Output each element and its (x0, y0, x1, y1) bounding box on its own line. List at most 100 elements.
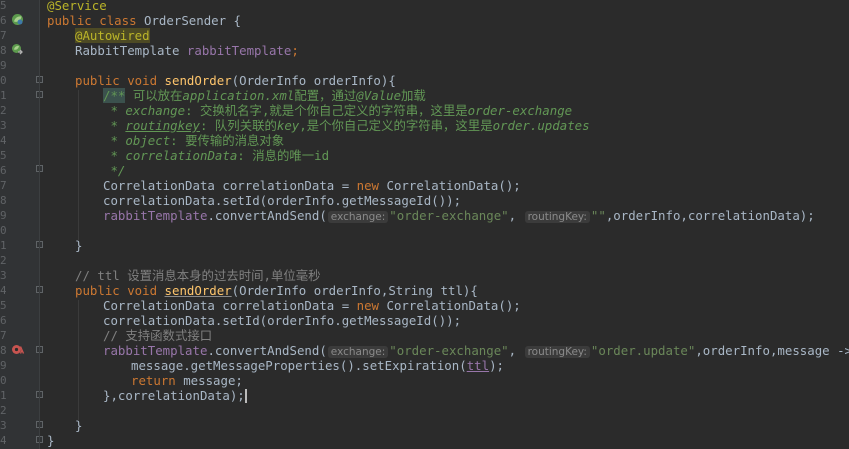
javadoc-text: @Value (356, 88, 402, 103)
javadoc-text: order-exchange (467, 103, 573, 118)
code-line[interactable]: } (47, 433, 54, 448)
code-line[interactable]: @Service (47, 0, 107, 13)
code-text: CorrelationData correlationData = (103, 178, 357, 193)
string-literal: "order-exchange" (389, 343, 509, 358)
gutter[interactable]: 5 6 7 8 9 0 1 2 3 4 5 6 7 8 9 0 1 2 3 4 … (0, 0, 43, 449)
line-number: 1 (0, 389, 6, 402)
code-line[interactable]: RabbitTemplate rabbitTemplate; (47, 43, 299, 58)
class-name: OrderSender { (144, 13, 241, 28)
javadoc-text: ,是个你自己定义的字符串，这里是 (299, 118, 493, 133)
code-line[interactable]: */ (47, 163, 125, 178)
javadoc-text: : 要传输的消息对象 (170, 133, 285, 148)
method-name: sendOrder (164, 73, 232, 88)
javadoc-text: 配置，通过 (294, 88, 357, 103)
line-number: 0 (0, 74, 6, 87)
code-line[interactable]: // ttl 设置消息本身的过去时间,单位毫秒 (47, 268, 321, 283)
code-line[interactable]: } (47, 418, 82, 433)
code-text: CorrelationData correlationData = (103, 298, 357, 313)
code-line[interactable]: * correlationData: 消息的唯一id (47, 148, 329, 163)
javadoc-star: * (103, 133, 126, 148)
code-line[interactable]: * exchange: 交换机名字,就是个你自己定义的字符串，这里是order-… (47, 103, 572, 118)
field-name: rabbitTemplate (103, 208, 208, 223)
code-text: },correlationData); (103, 388, 245, 403)
code-text: message.getMessageProperties().setExpira… (131, 358, 467, 373)
text-caret (244, 389, 247, 403)
line-number: 3 (0, 119, 6, 132)
code-text: CorrelationData(); (386, 298, 521, 313)
code-line[interactable]: public void sendOrder(OrderInfo orderInf… (47, 73, 396, 88)
field-name: rabbitTemplate (186, 43, 292, 58)
code-line[interactable]: // 支持函数式接口 (47, 328, 212, 343)
line-number: 5 (0, 299, 6, 312)
keyword: public (47, 13, 92, 28)
autowired-icon[interactable] (11, 43, 24, 56)
code-line[interactable]: public class OrderSender { (47, 13, 241, 28)
line-number: 6 (0, 14, 6, 27)
line-number: 0 (0, 224, 6, 237)
line-number: 5 (0, 0, 6, 12)
code-text: .convertAndSend( (207, 208, 327, 223)
javadoc-text: : 队列关联的 (200, 118, 277, 133)
spring-bean-icon[interactable] (11, 13, 24, 26)
keyword: new (356, 298, 387, 313)
line-number: 9 (0, 359, 6, 372)
code-line[interactable]: public void sendOrder(OrderInfo orderInf… (47, 283, 478, 298)
code-text: , (508, 343, 524, 358)
parameter-hint: exchange: (327, 346, 389, 358)
code-text: ); (489, 358, 505, 373)
line-number: 7 (0, 179, 6, 192)
closing-brace: } (75, 238, 83, 253)
parameter-hint: routingKey: (524, 346, 590, 358)
code-line[interactable]: } (47, 238, 82, 253)
code-line[interactable]: CorrelationData correlationData = new Co… (47, 178, 521, 193)
line-number: 2 (0, 254, 6, 267)
string-literal: "order.update" (590, 343, 696, 358)
javadoc-tag: exchange (125, 103, 186, 118)
javadoc-star: * (103, 103, 126, 118)
javadoc-tag: object (125, 133, 171, 148)
code-text: correlationData.setId(orderInfo.getMessa… (103, 313, 462, 328)
javadoc-tag: routingkey (125, 118, 200, 133)
parameter-ref: ttl (466, 358, 490, 373)
code-line[interactable]: correlationData.setId(orderInfo.getMessa… (47, 193, 461, 208)
code-text: message; (183, 373, 243, 388)
line-number: 7 (0, 329, 6, 342)
line-number: 1 (0, 239, 6, 252)
method-params: (OrderInfo orderInfo,String ttl){ (231, 283, 478, 298)
line-number: 1 (0, 89, 6, 102)
code-line[interactable]: },correlationData); (47, 388, 247, 403)
line-number: 8 (0, 44, 6, 57)
line-number: 8 (0, 194, 6, 207)
code-line[interactable]: * object: 要传输的消息对象 (47, 133, 284, 148)
javadoc-text: 加载 (401, 88, 426, 103)
line-comment: // 支持函数式接口 (103, 328, 213, 343)
breakpoint-lambda-icon[interactable] (11, 343, 25, 356)
parameter-hint: exchange: (327, 211, 389, 223)
line-number: 4 (0, 134, 6, 147)
code-line[interactable]: rabbitTemplate.convertAndSend(exchange: "… (47, 208, 815, 223)
code-line[interactable]: message.getMessageProperties().setExpira… (47, 358, 504, 373)
code-text: , (508, 208, 524, 223)
string-literal: "order-exchange" (389, 208, 509, 223)
code-line[interactable]: rabbitTemplate.convertAndSend(exchange: "… (47, 343, 849, 358)
line-number: 9 (0, 59, 6, 72)
javadoc-text: 可以放在 (125, 88, 183, 103)
parameter-hint: routingKey: (524, 211, 590, 223)
code-line[interactable]: return message; (47, 373, 243, 388)
closing-brace: } (75, 418, 83, 433)
method-params: (OrderInfo orderInfo){ (231, 73, 396, 88)
javadoc-text: : 交换机名字,就是个你自己定义的字符串，这里是 (185, 103, 468, 118)
code-editor[interactable]: 5 6 7 8 9 0 1 2 3 4 5 6 7 8 9 0 1 2 3 4 … (0, 0, 849, 449)
javadoc-tag: correlationData (125, 148, 238, 163)
line-number: 7 (0, 29, 6, 42)
line-number: 0 (0, 374, 6, 387)
code-text: ,orderInfo,message -> { (695, 343, 849, 358)
field-name: rabbitTemplate (103, 343, 208, 358)
code-line[interactable]: CorrelationData correlationData = new Co… (47, 298, 521, 313)
code-line[interactable]: * routingkey: 队列关联的key,是个你自己定义的字符串，这里是or… (47, 118, 589, 133)
code-line[interactable]: @Autowired (47, 28, 150, 43)
keyword: return (131, 373, 184, 388)
code-line[interactable]: correlationData.setId(orderInfo.getMessa… (47, 313, 461, 328)
code-line[interactable]: /** 可以放在application.xml配置，通过@Value加载 (47, 88, 426, 103)
annotation: @Service (47, 0, 107, 13)
